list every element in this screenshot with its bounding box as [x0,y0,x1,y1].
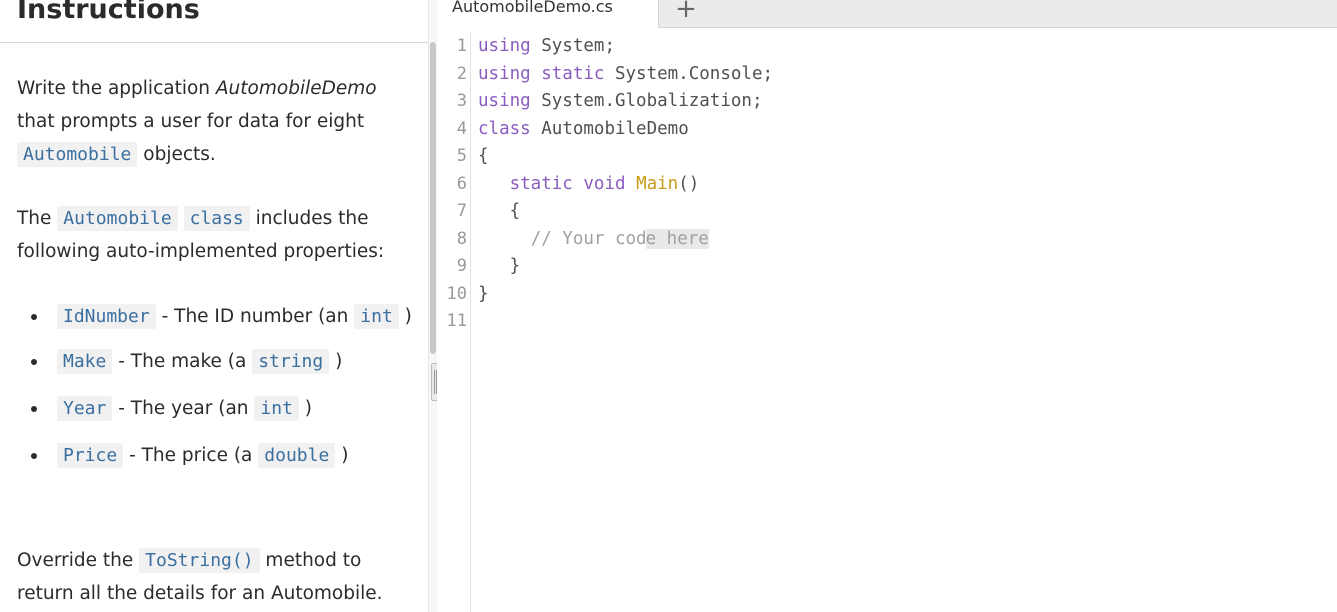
code-line-1: using System; [478,36,615,56]
code-automobile: Automobile [57,206,178,231]
list-item: IdNumber - The ID number (an int ) [17,300,412,333]
code-line-4: class AutomobileDemo [478,119,689,139]
code-line-2: using static System.Console; [478,64,773,84]
code-line-9: } [478,256,521,276]
code-property: Year [57,396,113,421]
comment-selected: e here [645,229,709,249]
code-line-8: // Your code here [478,229,709,249]
text: The [17,208,58,229]
properties-list: IdNumber - The ID number (an int ) Make … [17,300,412,486]
code-type: int [254,396,299,421]
code-line-7: { [478,201,521,221]
instructions-paragraph-3: Override the ToString() method to return… [17,544,412,610]
instructions-scrollbar-thumb[interactable] [430,42,436,354]
code-text: { [478,146,489,166]
code-property: Price [57,443,124,468]
tab-automobiledemo-cs[interactable]: AutomobileDemo.cs [437,0,659,28]
code-line-3: using System.Globalization; [478,91,762,111]
code-text: System; [530,36,615,56]
instructions-paragraph-2: The Automobile class includes the follow… [17,202,412,268]
line-number: 5 [456,146,467,166]
line-number: 8 [456,229,467,249]
keyword: using [478,91,531,111]
code-line-6: static void Main() [478,174,700,194]
text: ) [298,398,313,419]
code-editor[interactable]: 1 2 3 4 5 6 7 8 9 10 11 using System; us… [437,32,1337,612]
instructions-header: Instructions [0,0,428,43]
code-line-10: } [478,284,489,304]
list-item: Make - The make (a string ) [17,345,412,378]
keyword: class [478,119,531,139]
text: ) [398,306,412,327]
code-automobile: Automobile [17,142,138,167]
code-property: Make [57,349,113,374]
text: objects. [137,144,216,165]
text: ) [335,445,349,466]
code-line-5: { [478,146,489,166]
app-name: AutomobileDemo [215,78,377,99]
editor-tab-bar: AutomobileDemo.cs + [437,0,1337,28]
text: that prompts a user for data for eight [17,111,365,132]
text: Override the [17,550,140,571]
code-text: System.Console; [604,64,774,84]
text: - The year (an [112,398,255,419]
keyword: using [478,64,531,84]
tab-label: AutomobileDemo.cs [452,0,613,16]
code-tostring: ToString() [139,548,260,573]
keyword: static [509,174,573,194]
instructions-paragraph-1: Write the application AutomobileDemo tha… [17,72,412,171]
text [178,208,184,229]
app-root: Instructions Write the application Autom… [0,0,1337,612]
code-type: double [258,443,336,468]
add-tab-button[interactable]: + [671,0,701,24]
code-class: class [183,206,250,231]
code-text: AutomobileDemo [530,119,689,139]
line-number: 6 [456,174,467,194]
line-number: 11 [446,311,467,331]
text: - The ID number (an [155,306,355,327]
comment: // Your cod [530,229,647,249]
line-number: 4 [456,119,467,139]
code-text: } [509,256,521,276]
list-item: Year - The year (an int ) [17,392,412,425]
code-type: string [252,349,330,374]
code-text: () [678,174,700,194]
line-number: 7 [456,201,467,221]
line-number: 10 [446,284,467,304]
code-text: } [478,284,489,304]
line-number: 3 [456,91,467,111]
line-number-gutter: 1 2 3 4 5 6 7 8 9 10 11 [437,32,471,612]
keyword: static [541,64,605,84]
text: Write the application [17,78,216,99]
line-number: 9 [456,256,467,276]
code-property: IdNumber [57,304,156,329]
line-number: 2 [456,64,467,84]
text: ) [329,351,343,372]
instructions-title: Instructions [17,0,200,25]
text: - The price (a [123,445,259,466]
code-text: System.Globalization; [530,91,763,111]
code-type: int [354,304,399,329]
function-name: Main [636,174,679,194]
keyword: void [583,174,626,194]
code-text: { [509,201,521,221]
line-number: 1 [456,36,467,56]
list-item: Price - The price (a double ) [17,439,412,472]
keyword: using [478,36,531,56]
instructions-pane: Instructions Write the application Autom… [0,0,428,612]
text: - The make (a [112,351,253,372]
